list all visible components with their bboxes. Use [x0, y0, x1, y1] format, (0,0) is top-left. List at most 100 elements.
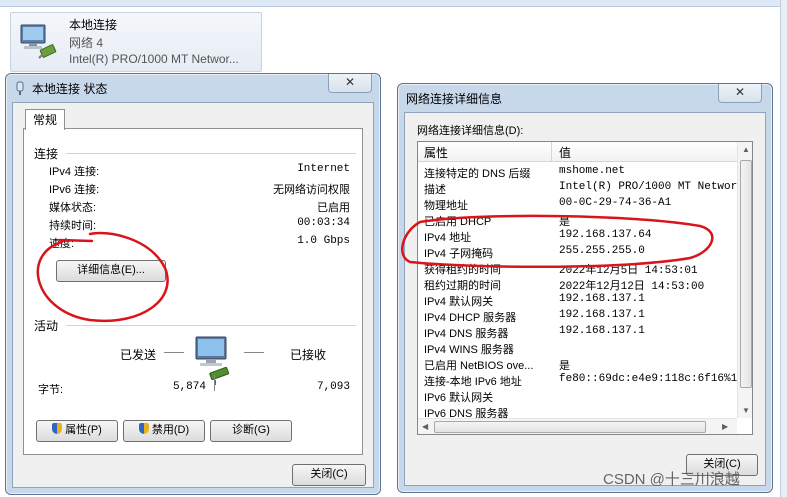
- status-window-client: 常规 连接 IPv4 连接: Internet IPv6 连接: 无网络访问权限…: [12, 102, 374, 488]
- value-column-header[interactable]: 值: [559, 144, 571, 161]
- table-row[interactable]: 已启用 DHCP 是: [418, 212, 738, 229]
- table-row[interactable]: IPv6 默认网关: [418, 388, 738, 404]
- table-row[interactable]: IPv4 WINS 服务器: [418, 340, 738, 356]
- scroll-left-icon[interactable]: ◀: [422, 422, 428, 431]
- value-cell: 2022年12月12日 14:53:00: [559, 281, 705, 293]
- scroll-right-icon[interactable]: ▶: [722, 422, 728, 431]
- details-button[interactable]: 详细信息(E)...: [56, 260, 166, 282]
- desktop-edge: [780, 0, 787, 497]
- ipv4-connectivity-label: IPv4 连接:: [49, 166, 100, 178]
- table-row[interactable]: 获得租约的时间 2022年12月5日 14:53:01: [418, 260, 738, 277]
- bytes-label: 字节:: [38, 384, 64, 396]
- received-line: [244, 352, 264, 353]
- diagnose-button[interactable]: 诊断(G): [210, 420, 292, 442]
- table-row[interactable]: IPv4 子网掩码 255.255.255.0: [418, 244, 738, 260]
- table-row[interactable]: IPv4 DNS 服务器 192.168.137.1: [418, 324, 738, 340]
- details-window-close-icon[interactable]: ✕: [718, 84, 762, 103]
- tab-general[interactable]: 常规: [25, 109, 65, 130]
- activity-section-heading: 活动: [34, 319, 59, 333]
- vertical-scroll-thumb[interactable]: [740, 160, 752, 388]
- sent-line: [164, 352, 184, 353]
- speed-label: 速度:: [49, 238, 75, 250]
- table-row[interactable]: IPv4 DHCP 服务器 192.168.137.1: [418, 308, 738, 324]
- vertical-scrollbar[interactable]: ▲ ▼: [737, 142, 752, 418]
- table-row[interactable]: 已启用 NetBIOS ove... 是: [418, 356, 738, 373]
- disable-button[interactable]: 禁用(D): [123, 420, 205, 442]
- uac-shield-icon: [52, 423, 63, 434]
- property-column-header[interactable]: 属性: [424, 144, 448, 161]
- explorer-background: 本地连接 网络 4 Intel(R) PRO/1000 MT Networ...: [0, 0, 787, 76]
- value-cell: mshome.net: [559, 165, 626, 177]
- table-row[interactable]: IPv4 地址 192.168.137.64: [418, 228, 738, 244]
- value-cell: 192.168.137.1: [559, 309, 645, 321]
- property-cell: 描述: [424, 184, 446, 196]
- properties-button-label: 属性(P): [65, 424, 102, 436]
- bytes-sent-value: 5,874: [172, 381, 206, 393]
- property-cell: 已启用 DHCP: [424, 216, 492, 228]
- general-tab-panel: 连接 IPv4 连接: Internet IPv6 连接: 无网络访问权限 媒体…: [23, 128, 363, 455]
- property-cell: 租约过期的时间: [424, 280, 501, 292]
- received-label: 已接收: [290, 348, 327, 362]
- watermark-text: CSDN @十三川浪越: [603, 471, 740, 488]
- property-cell: IPv4 子网掩码: [424, 248, 494, 260]
- value-cell: 255.255.255.0: [559, 245, 645, 257]
- table-row[interactable]: IPv4 默认网关 192.168.137.1: [418, 292, 738, 308]
- details-caption: 网络连接详细信息(D):: [417, 125, 524, 137]
- details-list-header: 属性 值: [418, 142, 738, 162]
- value-cell: 00-0C-29-74-36-A1: [559, 197, 672, 209]
- table-row[interactable]: 连接-本地 IPv6 地址 fe80::69dc:e4e9:118c:6f16%1…: [418, 372, 744, 388]
- bytes-received-value: 7,093: [316, 381, 350, 393]
- value-cell: 192.168.137.64: [559, 229, 652, 241]
- details-list[interactable]: 属性 值 连接特定的 DNS 后缀 mshome.net 描述 Intel(R) PR…: [417, 141, 753, 435]
- duration-value: 00:03:34: [297, 217, 350, 229]
- property-cell: IPv6 默认网关: [424, 392, 494, 404]
- connection-section-heading: 连接: [34, 147, 59, 161]
- table-row[interactable]: 描述 Intel(R) PRO/1000 MT Network C: [418, 180, 752, 196]
- details-window-client: 网络连接详细信息(D): 属性 值 连接特定的 DNS 后缀 mshome.net…: [404, 112, 766, 486]
- status-window-title: 本地连接 状态: [32, 82, 108, 96]
- status-window: 本地连接 状态 ✕ 常规 连接 IPv4 连接: Internet IPv6 连…: [5, 73, 381, 495]
- media-state-label: 媒体状态:: [49, 202, 97, 214]
- status-close-button[interactable]: 关闭(C): [292, 464, 366, 486]
- speed-value: 1.0 Gbps: [297, 235, 350, 247]
- scroll-up-icon[interactable]: ▲: [742, 145, 750, 154]
- ipv6-connectivity-value: 无网络访问权限: [273, 184, 350, 196]
- disable-button-label: 禁用(D): [151, 424, 190, 436]
- ipv6-connectivity-label: IPv6 连接:: [49, 184, 100, 196]
- property-cell: IPv4 DHCP 服务器: [424, 312, 517, 324]
- explorer-toolbar-edge: [0, 0, 787, 7]
- value-cell: 是: [559, 217, 570, 229]
- duration-label: 持续时间:: [49, 220, 97, 232]
- column-divider[interactable]: [551, 142, 552, 161]
- property-cell: IPv4 WINS 服务器: [424, 344, 514, 356]
- activity-separator: [66, 325, 356, 326]
- value-cell: 192.168.137.1: [559, 325, 645, 337]
- bytes-divider: [214, 375, 215, 391]
- property-cell: IPv4 DNS 服务器: [424, 328, 509, 340]
- table-row[interactable]: 连接特定的 DNS 后缀 mshome.net: [418, 164, 738, 180]
- uac-shield-icon: [138, 423, 149, 434]
- media-state-value: 已启用: [317, 202, 350, 214]
- horizontal-scrollbar[interactable]: ◀ ▶: [418, 418, 737, 434]
- ipv4-connectivity-value: Internet: [297, 163, 350, 175]
- details-window-title: 网络连接详细信息: [406, 92, 503, 106]
- connection-tile[interactable]: 本地连接 网络 4 Intel(R) PRO/1000 MT Networ...: [10, 12, 262, 72]
- scroll-down-icon[interactable]: ▼: [742, 406, 750, 415]
- status-window-close-icon[interactable]: ✕: [328, 74, 372, 93]
- horizontal-scroll-thumb[interactable]: [434, 421, 706, 433]
- activity-computer-icon: [195, 336, 230, 385]
- details-window: 网络连接详细信息 ✕ 网络连接详细信息(D): 属性 值 连接特定的 DNS 后…: [397, 83, 773, 493]
- properties-button[interactable]: 属性(P): [36, 420, 118, 442]
- table-row[interactable]: 租约过期的时间 2022年12月12日 14:53:00: [418, 276, 738, 293]
- sent-label: 已发送: [120, 348, 157, 362]
- property-cell: IPv4 默认网关: [424, 296, 494, 308]
- value-cell: 是: [559, 361, 570, 373]
- connection-separator: [66, 153, 356, 154]
- value-cell: 2022年12月5日 14:53:01: [559, 265, 698, 277]
- status-window-icon: [16, 81, 24, 95]
- value-cell: 192.168.137.1: [559, 293, 645, 305]
- property-cell: 连接特定的 DNS 后缀: [424, 168, 531, 180]
- table-row[interactable]: 物理地址 00-0C-29-74-36-A1: [418, 196, 738, 212]
- network-adapter-icon: [20, 24, 57, 59]
- property-cell: 连接-本地 IPv6 地址: [424, 376, 522, 388]
